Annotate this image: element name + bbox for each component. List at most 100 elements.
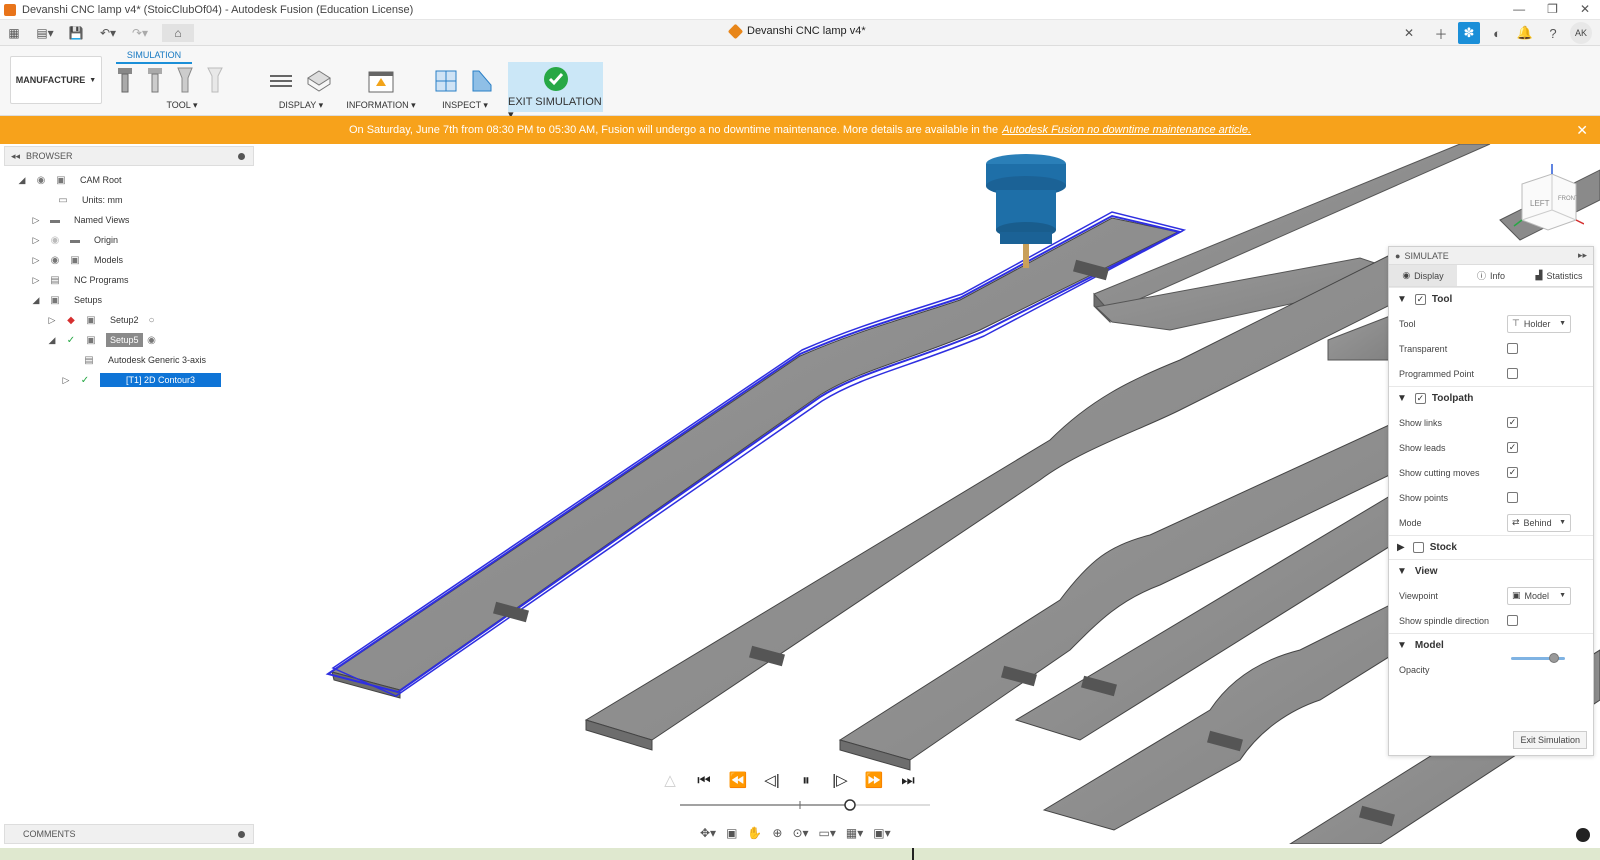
chat-icon[interactable] [1576, 828, 1590, 842]
tool-holder-icon[interactable] [146, 66, 164, 94]
active-radio-icon[interactable]: ◉ [145, 334, 159, 346]
expand-triangle-icon[interactable]: ▷ [30, 215, 42, 226]
collapse-triangle-icon[interactable]: ▼ [1397, 566, 1407, 577]
tree-item-nc-programs[interactable]: ▷ ▤ NC Programs [30, 271, 133, 289]
previous-operation-icon[interactable]: ⏪ [728, 770, 748, 790]
comments-header[interactable]: COMMENTS [4, 824, 254, 844]
timeline-scrubber[interactable] [844, 799, 856, 811]
document-tab[interactable]: Devanshi CNC lamp v4* [727, 23, 866, 39]
tab-display[interactable]: ◉ Display [1389, 265, 1457, 286]
show-spindle-direction-checkbox[interactable] [1507, 615, 1518, 626]
pan-icon[interactable]: ✋ [747, 826, 762, 840]
viewpoint-dropdown[interactable]: ▣ Model ▼ [1507, 586, 1571, 605]
mode-dropdown[interactable]: ⇄ Behind ▼ [1507, 513, 1571, 532]
pause-icon[interactable]: ⏸ [796, 770, 816, 790]
view-section-header[interactable]: ▼ View [1389, 559, 1593, 583]
show-leads-checkbox[interactable]: ✓ [1507, 442, 1518, 453]
playback-settings-icon[interactable]: △ [660, 770, 680, 790]
simulation-timeline[interactable] [680, 798, 940, 812]
extensions-icon[interactable]: ✽ [1458, 22, 1480, 44]
close-tab-icon[interactable]: ✕ [1404, 26, 1414, 40]
display-stock-icon[interactable] [306, 68, 332, 94]
tab-simulation[interactable]: SIMULATION [116, 48, 192, 64]
expand-triangle-icon[interactable]: ▷ [30, 255, 42, 266]
expand-triangle-icon[interactable]: ▶ [1397, 542, 1405, 553]
tool-endmill-icon[interactable] [116, 66, 134, 94]
tree-item-2d-contour[interactable]: ▷ ✓ [T1] 2D Contour3 [60, 371, 222, 389]
browser-pin-icon[interactable] [238, 153, 245, 160]
zoom-icon[interactable]: ⊕ [772, 826, 782, 840]
inspect-group-label[interactable]: INSPECT ▾ [434, 100, 496, 111]
file-menu-icon[interactable]: ▤▾ [32, 24, 58, 42]
information-icon[interactable] [367, 70, 395, 94]
display-group-label[interactable]: DISPLAY ▾ [268, 100, 334, 111]
expand-panel-icon[interactable]: ▸▸ [1578, 250, 1587, 261]
toolpath-section-checkbox[interactable]: ✓ [1414, 393, 1426, 404]
transparent-checkbox[interactable] [1507, 343, 1518, 354]
tool-shank-icon[interactable] [176, 66, 194, 94]
close-window-icon[interactable]: ✕ [1580, 2, 1590, 16]
tool-group-label[interactable]: TOOL ▾ [116, 100, 248, 111]
tool-disabled-icon[interactable] [206, 66, 224, 94]
tree-item-models[interactable]: ▷ ◉ ▣ Models [30, 251, 127, 269]
home-icon[interactable]: ⌂ [162, 24, 194, 42]
help-icon[interactable]: ? [1542, 22, 1564, 44]
comments-pin-icon[interactable] [238, 831, 245, 838]
activate-radio-icon[interactable]: ○ [145, 314, 159, 326]
tree-item-machine[interactable]: ▤ Autodesk Generic 3-axis [76, 351, 210, 369]
tree-item-units[interactable]: ▭ Units: mm [50, 191, 127, 209]
display-settings-icon[interactable]: ▭▾ [819, 826, 836, 840]
tree-item-setup5[interactable]: ◢ ✓ ▣ Setup5 ◉ [46, 331, 159, 349]
job-status-icon[interactable]: ◐ [1486, 22, 1508, 44]
simulate-panel-header[interactable]: ● SIMULATE ▸▸ [1389, 247, 1593, 265]
expand-triangle-icon[interactable]: ▷ [30, 275, 42, 286]
exit-simulation-button[interactable]: Exit Simulation [1513, 731, 1587, 749]
tree-item-cam-root[interactable]: ◢ ◉ ▣ CAM Root [16, 171, 126, 189]
show-cutting-moves-checkbox[interactable]: ✓ [1507, 467, 1518, 478]
view-cube[interactable]: LEFT FRONT [1508, 162, 1584, 238]
grid-icon[interactable]: ▦▾ [846, 826, 863, 840]
notifications-icon[interactable]: 🔔 [1514, 22, 1536, 44]
tree-item-setups[interactable]: ◢ ▣ Setups [30, 291, 106, 309]
model-section-header[interactable]: ▼ Model [1389, 633, 1593, 657]
minimize-icon[interactable]: — [1513, 2, 1525, 16]
skip-to-end-icon[interactable]: ⏭ [898, 770, 918, 790]
tool-section-checkbox[interactable]: ✓ [1414, 294, 1426, 305]
tree-item-setup2[interactable]: ▷ ◆ ▣ Setup2 ○ [46, 311, 159, 329]
collapse-triangle-icon[interactable]: ◢ [46, 335, 58, 346]
eye-icon[interactable]: ◉ [34, 174, 48, 186]
look-at-icon[interactable]: ▣ [726, 826, 737, 840]
collapse-triangle-icon[interactable]: ▼ [1397, 640, 1407, 651]
stock-section-checkbox[interactable] [1412, 542, 1424, 553]
step-forward-icon[interactable]: |▷ [830, 770, 850, 790]
viewports-icon[interactable]: ▣▾ [873, 826, 890, 840]
collapse-triangle-icon[interactable]: ◢ [30, 295, 42, 306]
collapse-triangle-icon[interactable]: ◢ [16, 175, 28, 186]
skip-to-start-icon[interactable]: ⏮ [694, 770, 714, 790]
collapse-triangle-icon[interactable]: ▼ [1397, 393, 1407, 404]
workspace-switcher[interactable]: MANUFACTURE ▼ [10, 56, 102, 104]
next-operation-icon[interactable]: ⏩ [864, 770, 884, 790]
save-icon[interactable]: 💾 [68, 24, 84, 42]
show-links-checkbox[interactable]: ✓ [1507, 417, 1518, 428]
tree-item-origin[interactable]: ▷ ◉ ▬ Origin [30, 231, 122, 249]
new-tab-icon[interactable]: ＋ [1430, 22, 1452, 44]
banner-link[interactable]: Autodesk Fusion no downtime maintenance … [1002, 124, 1251, 136]
display-lines-icon[interactable] [268, 68, 294, 94]
show-points-checkbox[interactable] [1507, 492, 1518, 503]
tab-info[interactable]: ⓘ Info [1457, 265, 1525, 286]
opacity-slider[interactable] [1511, 653, 1565, 663]
expand-triangle-icon[interactable]: ▷ [60, 375, 72, 386]
fit-icon[interactable]: ⊙▾ [792, 826, 808, 840]
step-back-icon[interactable]: ◁| [762, 770, 782, 790]
tab-statistics[interactable]: ▟ Statistics [1525, 265, 1593, 286]
inspect-section-icon[interactable] [434, 68, 458, 94]
tree-item-named-views[interactable]: ▷ ▬ Named Views [30, 211, 133, 229]
redo-icon[interactable]: ↷▾ [128, 24, 152, 42]
tool-dropdown[interactable]: ⊤ Holder ▼ [1507, 314, 1571, 333]
opacity-slider-handle[interactable] [1549, 653, 1560, 663]
eye-icon[interactable]: ◉ [48, 254, 62, 266]
inspect-measure-icon[interactable] [470, 68, 494, 94]
toolpath-section-header[interactable]: ▼ ✓ Toolpath [1389, 386, 1593, 410]
canvas-viewport[interactable] [0, 144, 1600, 844]
